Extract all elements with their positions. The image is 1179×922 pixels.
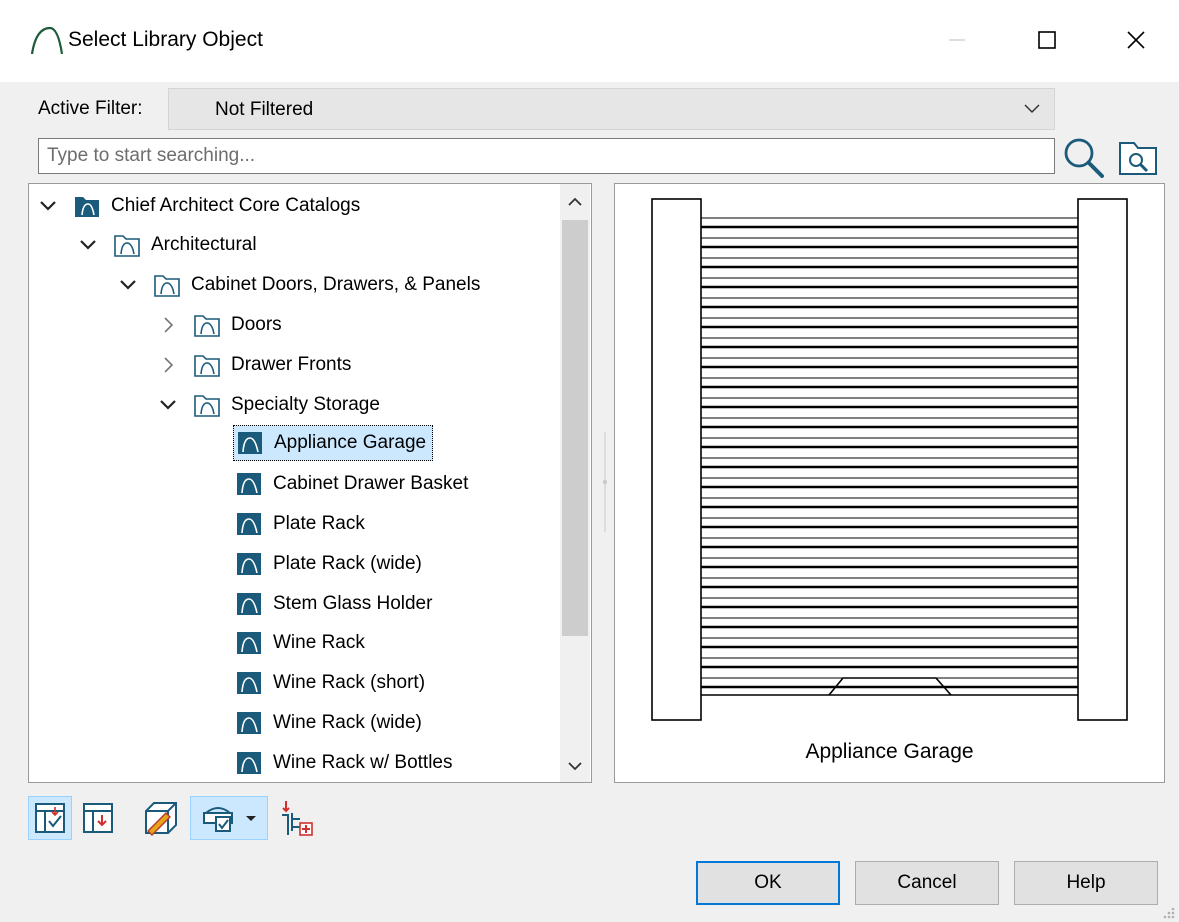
tree-item-wine-rack-short[interactable]: Wine Rack (short) [235, 665, 425, 701]
tree-item-plate-rack[interactable]: Plate Rack [235, 506, 365, 542]
library-object-icon [237, 632, 261, 654]
library-object-icon [237, 752, 261, 774]
dropdown-arrow-icon[interactable] [244, 811, 258, 825]
tree-item-label: Specialty Storage [231, 394, 380, 415]
scroll-thumb[interactable] [562, 220, 588, 636]
tree-item-label: Wine Rack (wide) [273, 712, 422, 733]
show-filtered-icon [35, 803, 65, 833]
library-object-icon [237, 473, 261, 495]
tree-item-label: Plate Rack (wide) [273, 553, 422, 574]
show-filtered-button[interactable] [28, 796, 72, 840]
tree-item-label: Chief Architect Core Catalogs [111, 195, 361, 216]
add-to-library-button[interactable] [274, 796, 318, 840]
tree-item-label: Wine Rack [273, 632, 365, 653]
library-object-icon [238, 432, 262, 454]
tree-item-doors[interactable]: Doors [157, 307, 282, 343]
library-tree[interactable]: Chief Architect Core Catalogs Architectu… [28, 183, 592, 783]
chevron-right-icon[interactable] [157, 354, 179, 376]
maximize-icon [1038, 31, 1056, 49]
tree-item-architectural[interactable]: Architectural [77, 227, 257, 263]
tree-item-label: Stem Glass Holder [273, 593, 433, 614]
tree-item-label: Cabinet Drawer Basket [273, 473, 469, 494]
sort-tree-icon [83, 803, 113, 833]
tree-item-label: Doors [231, 314, 282, 335]
library-object-icon [237, 593, 261, 615]
tree-item-label: Wine Rack w/ Bottles [273, 752, 453, 773]
tree-item-label: Plate Rack [273, 513, 365, 534]
tree-item-label: Drawer Fronts [231, 354, 352, 375]
tree-item-plate-rack-wide[interactable]: Plate Rack (wide) [235, 546, 422, 582]
tree-item-cabinet-drawer-basket[interactable]: Cabinet Drawer Basket [235, 466, 468, 502]
active-filter-value: Not Filtered [215, 99, 314, 120]
material-icon [145, 802, 177, 836]
tree-item-label: Appliance Garage [274, 432, 427, 453]
tree-item-wine-rack[interactable]: Wine Rack [235, 625, 365, 661]
search-input[interactable] [38, 138, 1055, 174]
search-library-button[interactable] [1114, 138, 1160, 178]
tree-item-label: Architectural [151, 234, 257, 255]
add-to-library-icon [282, 801, 313, 836]
preview-caption: Appliance Garage [805, 740, 974, 763]
tree-item-drawer-fronts[interactable]: Drawer Fronts [157, 347, 351, 383]
search-folder-icon [1119, 142, 1157, 175]
tree-item-wine-rack-wide[interactable]: Wine Rack (wide) [235, 705, 422, 741]
appliance-garage-preview [651, 198, 1128, 721]
library-object-icon [237, 672, 261, 694]
chevron-right-icon[interactable] [157, 314, 179, 336]
scroll-up-icon[interactable] [565, 192, 585, 212]
tree-scrollbar[interactable] [560, 184, 590, 782]
close-button[interactable] [1113, 20, 1159, 60]
folder-icon [154, 275, 180, 297]
tree-item-specialty-storage[interactable]: Specialty Storage [157, 387, 380, 423]
chevron-down-icon[interactable] [117, 274, 139, 296]
resize-grip-icon[interactable] [1160, 904, 1176, 920]
folder-icon [194, 395, 220, 417]
chevron-down-icon[interactable] [77, 234, 99, 256]
chevron-down-icon [1024, 104, 1040, 114]
view-options-button[interactable] [190, 796, 268, 840]
tree-item-label: Wine Rack (short) [273, 672, 426, 693]
title-bar: Select Library Object [0, 0, 1179, 82]
library-object-icon [237, 553, 261, 575]
tree-item-appliance-garage[interactable]: Appliance Garage [233, 425, 434, 461]
catalog-folder-icon [75, 197, 99, 217]
cancel-button[interactable]: Cancel [855, 861, 999, 905]
search-icon [1064, 138, 1104, 178]
minimize-button[interactable] [934, 20, 980, 60]
active-filter-label: Active Filter: [38, 98, 143, 119]
tree-item-label: Cabinet Doors, Drawers, & Panels [191, 274, 481, 295]
ok-button[interactable]: OK [696, 861, 840, 905]
material-button[interactable] [140, 796, 182, 840]
pane-splitter[interactable] [602, 432, 608, 532]
view-options-icon [203, 807, 233, 832]
preview-panel: Appliance Garage [614, 183, 1165, 783]
sort-tree-button[interactable] [78, 796, 118, 840]
minimize-icon [949, 39, 965, 41]
search-button[interactable] [1060, 134, 1106, 180]
active-filter-dropdown[interactable]: Not Filtered [168, 88, 1055, 130]
tree-item-wine-rack-w-bottles[interactable]: Wine Rack w/ Bottles [235, 745, 453, 781]
chevron-down-icon[interactable] [157, 394, 179, 416]
window-title: Select Library Object [68, 28, 263, 51]
library-object-icon [237, 712, 261, 734]
tree-item-cabinet-doors-drawers-panels[interactable]: Cabinet Doors, Drawers, & Panels [117, 267, 480, 303]
folder-icon [114, 235, 140, 257]
close-icon [1127, 31, 1145, 49]
maximize-button[interactable] [1024, 20, 1070, 60]
chevron-down-icon[interactable] [37, 195, 59, 217]
tree-item-stem-glass-holder[interactable]: Stem Glass Holder [235, 586, 432, 622]
scroll-down-icon[interactable] [565, 756, 585, 776]
app-logo-icon [30, 26, 64, 55]
folder-icon [194, 355, 220, 377]
tree-item-chief-architect-core-catalogs[interactable]: Chief Architect Core Catalogs [37, 188, 360, 224]
folder-icon [194, 315, 220, 337]
library-object-icon [237, 513, 261, 535]
help-button[interactable]: Help [1014, 861, 1158, 905]
